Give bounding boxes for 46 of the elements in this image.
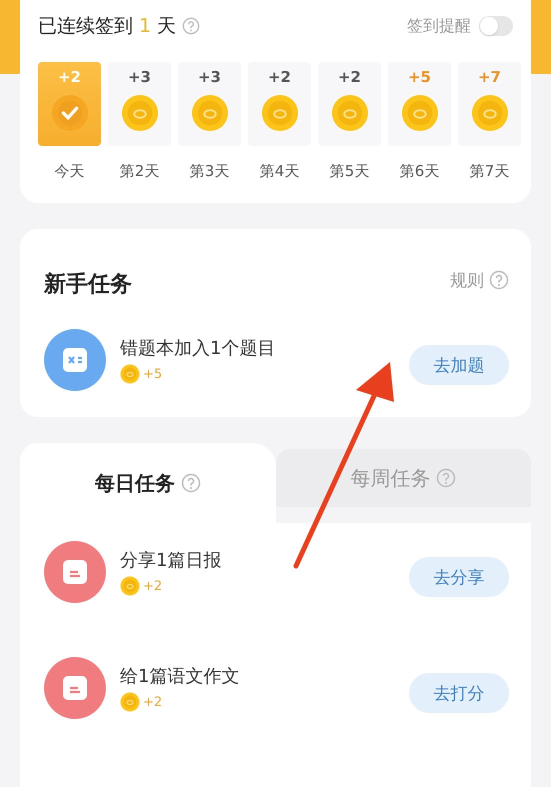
coin-icon <box>470 94 508 132</box>
task-button[interactable]: 去分享 <box>409 557 509 597</box>
day-tile: +5 <box>388 62 451 146</box>
reward-points: +2 <box>143 578 162 594</box>
coin-icon <box>190 94 228 132</box>
day-tile: +3 <box>108 62 171 146</box>
coin-icon <box>120 692 140 712</box>
reward-points: +5 <box>143 366 162 382</box>
coin-icon <box>260 94 298 132</box>
section-title: 新手任务 <box>44 271 132 299</box>
day-tile: +7 <box>458 62 521 146</box>
day-label: 第3天 <box>190 162 230 181</box>
day-tile: +2 <box>248 62 311 146</box>
day-label: 第5天 <box>330 162 370 181</box>
help-icon[interactable] <box>436 468 456 488</box>
coin-icon <box>120 94 158 132</box>
task-title: 分享1篇日报 <box>120 549 222 572</box>
day-label: 第7天 <box>470 162 510 181</box>
task-tab[interactable]: 每日任务 <box>20 443 276 523</box>
coin-icon <box>120 364 140 384</box>
coin-icon <box>120 576 140 596</box>
task-button[interactable]: 去加题 <box>409 345 509 385</box>
streak-count: 1 <box>139 15 152 37</box>
day-label: 第6天 <box>400 162 440 181</box>
task-title: 给1篇语文作文 <box>120 665 240 688</box>
streak-unit: 天 <box>157 14 176 39</box>
help-icon[interactable] <box>489 270 509 290</box>
day-tile: +3 <box>178 62 241 146</box>
coin-icon <box>330 94 368 132</box>
day-tile: +2 <box>38 62 101 146</box>
day-label: 第4天 <box>260 162 300 181</box>
task-button[interactable]: 去打分 <box>409 673 509 713</box>
help-icon[interactable] <box>182 17 200 35</box>
reminder-toggle[interactable] <box>479 16 513 36</box>
reminder-label: 签到提醒 <box>407 16 471 36</box>
day-tile: +2 <box>318 62 381 146</box>
help-icon[interactable] <box>180 473 201 493</box>
rules-link[interactable]: 规则 <box>450 268 484 292</box>
day-label: 第2天 <box>120 162 160 181</box>
task-tab[interactable]: 每周任务 <box>276 449 531 507</box>
reward-points: +2 <box>143 694 162 710</box>
coin-icon <box>400 94 438 132</box>
check-coin-icon <box>50 94 88 132</box>
day-label: 今天 <box>54 162 84 181</box>
task-title: 错题本加入1个题目 <box>120 337 276 360</box>
streak-label: 已连续签到 <box>38 14 133 39</box>
